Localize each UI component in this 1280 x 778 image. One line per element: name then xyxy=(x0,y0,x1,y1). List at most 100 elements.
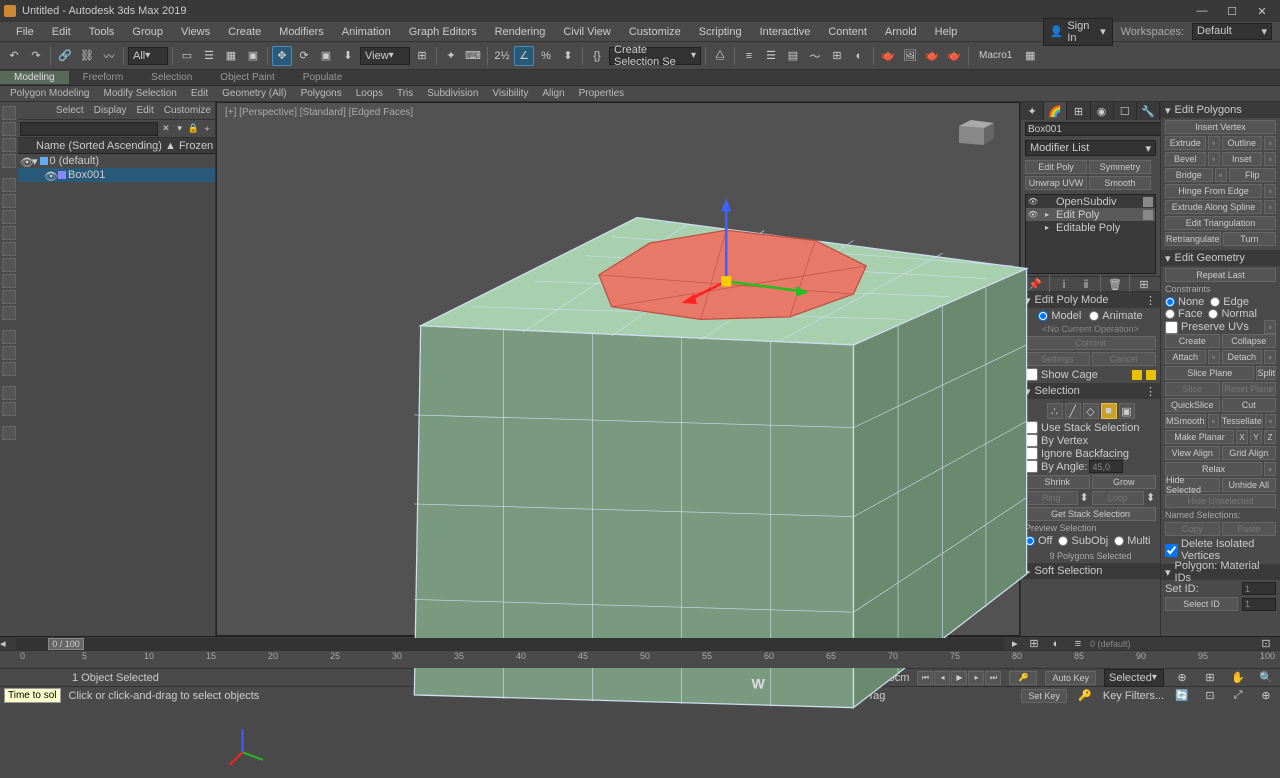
key-target-dropdown[interactable]: Selected▾ xyxy=(1104,669,1164,687)
spinner-snap-button[interactable]: ⬍ xyxy=(558,46,578,66)
angle-input[interactable] xyxy=(1089,460,1123,473)
menu-arnold[interactable]: Arnold xyxy=(877,24,925,40)
showcage-check[interactable]: Show Cage xyxy=(1025,368,1098,381)
workspaces-dropdown[interactable]: Default▾ xyxy=(1192,23,1272,40)
ribbon-tab-freeform[interactable]: Freeform xyxy=(69,71,138,84)
autokey-button[interactable]: Auto Key xyxy=(1045,671,1096,685)
cmd-tab-modify[interactable]: 🌈 xyxy=(1044,102,1067,120)
make-planar-button[interactable]: Make Planar xyxy=(1165,430,1234,444)
viewcube-icon[interactable] xyxy=(949,113,999,153)
sel-polygon-button[interactable]: ■ xyxy=(1101,403,1117,419)
inset-button[interactable]: Inset xyxy=(1222,152,1263,166)
planar-x[interactable]: X xyxy=(1236,430,1248,444)
percent-snap-button[interactable]: % xyxy=(536,46,556,66)
scene-col-frozen[interactable]: ▲ Frozen xyxy=(165,140,215,152)
outline-button[interactable]: Outline xyxy=(1222,136,1263,150)
bevel-button[interactable]: Bevel xyxy=(1165,152,1206,166)
ribbon-tab-selection[interactable]: Selection xyxy=(137,71,206,84)
lbar-6[interactable] xyxy=(2,194,16,208)
time-handle[interactable]: 0 / 100 xyxy=(48,638,84,650)
modbtn-symmetry[interactable]: Symmetry xyxy=(1089,160,1151,174)
lbar-10[interactable] xyxy=(2,258,16,272)
render-setup-button[interactable]: 🫖 xyxy=(878,46,898,66)
menu-animation[interactable]: Animation xyxy=(334,24,399,40)
hinge-button[interactable]: Hinge From Edge xyxy=(1165,184,1262,198)
nav-1[interactable]: ⊕ xyxy=(1172,668,1192,688)
ribbon-item[interactable]: Visibility xyxy=(486,87,534,100)
stack-remove-button[interactable]: 🗑 xyxy=(1105,274,1125,294)
refcoord-dropdown[interactable]: View ▾ xyxy=(360,47,410,65)
scene-tab-display[interactable]: Display xyxy=(94,105,127,116)
material-editor-button[interactable]: ◐ xyxy=(849,46,869,66)
nav-4[interactable]: 🔍 xyxy=(1256,668,1276,688)
scene-lock-icon[interactable]: 🔒 xyxy=(188,122,200,136)
lbar-16[interactable] xyxy=(2,362,16,376)
ribbon-item[interactable]: Properties xyxy=(573,87,631,100)
bind-button[interactable]: 〰 xyxy=(99,46,119,66)
ribbon-item[interactable]: Tris xyxy=(391,87,419,100)
lbar-3[interactable] xyxy=(2,138,16,152)
align-button[interactable]: ≡ xyxy=(739,46,759,66)
menu-tools[interactable]: Tools xyxy=(81,24,123,40)
outline-settings[interactable]: ▫ xyxy=(1264,136,1276,150)
mirror-button[interactable]: ⧋ xyxy=(710,46,730,66)
tree-item-box001[interactable]: 👁 Box001 xyxy=(18,168,215,182)
rollout-selection-header[interactable]: ▾Selection⋮ xyxy=(1021,383,1160,399)
scene-filter-icon[interactable]: ▾ xyxy=(174,122,186,136)
menu-help[interactable]: Help xyxy=(927,24,966,40)
constraint-none[interactable]: None xyxy=(1165,296,1204,308)
cmd-tab-display[interactable]: ☐ xyxy=(1114,102,1137,120)
modbtn-smooth[interactable]: Smooth xyxy=(1089,176,1151,190)
snap-2d-button[interactable]: 2½ xyxy=(492,46,512,66)
rollout-editpoly-header[interactable]: ▾Edit Poly Mode⋮ xyxy=(1021,292,1160,308)
unhide-button[interactable]: Unhide All xyxy=(1222,478,1277,492)
manipulate-button[interactable]: ✦ xyxy=(441,46,461,66)
ribbon-item[interactable]: Geometry (All) xyxy=(216,87,292,100)
lbar-2[interactable] xyxy=(2,122,16,136)
menu-group[interactable]: Group xyxy=(124,24,171,40)
quickslice-button[interactable]: QuickSlice xyxy=(1165,398,1220,412)
time-slider[interactable]: ◂ 0 / 100 ▸ ⊞ ◐ ≡ 0 (default) ⊡ xyxy=(0,636,1280,650)
modbtn-unwrap-uvw[interactable]: Unwrap UVW xyxy=(1025,176,1087,190)
move-button[interactable]: ✥ xyxy=(272,46,292,66)
extrude-spline-button[interactable]: Extrude Along Spline xyxy=(1165,200,1262,214)
sign-in-button[interactable]: 👤Sign In▾ xyxy=(1043,18,1113,46)
grid-align-button[interactable]: Grid Align xyxy=(1222,446,1277,460)
selectid-button[interactable]: Select ID xyxy=(1165,597,1238,611)
constraint-normal[interactable]: Normal xyxy=(1208,308,1256,320)
sliceplane-button[interactable]: Slice Plane xyxy=(1165,366,1254,380)
select-button[interactable]: ▭ xyxy=(177,46,197,66)
sel-element-button[interactable]: ▣ xyxy=(1119,403,1135,419)
ribbon-item[interactable]: Polygon Modeling xyxy=(4,87,96,100)
edit-geometry-header[interactable]: ▾Edit Geometry xyxy=(1161,250,1280,266)
lbar-4[interactable] xyxy=(2,154,16,168)
create-button[interactable]: Create xyxy=(1165,334,1220,348)
tree-root[interactable]: 👁▾ 0 (default) xyxy=(18,154,215,168)
nav-5[interactable]: 🔄 xyxy=(1172,686,1192,706)
get-stack-sel-button[interactable]: Get Stack Selection xyxy=(1025,507,1156,521)
select-name-button[interactable]: ☰ xyxy=(199,46,219,66)
lbar-7[interactable] xyxy=(2,210,16,224)
render-frame-button[interactable]: 🖼 xyxy=(900,46,920,66)
mode-model-radio[interactable]: Model xyxy=(1038,310,1081,322)
ribbon-item[interactable]: Subdivision xyxy=(421,87,484,100)
sel-vertex-button[interactable]: ∴ xyxy=(1047,403,1063,419)
lbar-1[interactable] xyxy=(2,106,16,120)
hide-sel-button[interactable]: Hide Selected xyxy=(1165,478,1220,492)
relax-button[interactable]: Relax xyxy=(1165,462,1262,476)
scene-col-name[interactable]: Name (Sorted Ascending) xyxy=(18,140,165,152)
flip-button[interactable]: Flip xyxy=(1229,168,1277,182)
lbar-11[interactable] xyxy=(2,274,16,288)
menu-rendering[interactable]: Rendering xyxy=(487,24,554,40)
by-angle-check[interactable]: By Angle: xyxy=(1025,460,1087,473)
rotate-button[interactable]: ⟳ xyxy=(294,46,314,66)
cmd-tab-hierarchy[interactable]: ⊞ xyxy=(1067,102,1090,120)
grow-button[interactable]: Grow xyxy=(1092,475,1157,489)
keyfilters-button[interactable]: Key Filters... xyxy=(1103,690,1164,702)
edit-polygons-header[interactable]: ▾Edit Polygons xyxy=(1161,102,1280,118)
ribbon-tab-modeling[interactable]: Modeling xyxy=(0,71,69,84)
cmd-tab-utilities[interactable]: 🔧 xyxy=(1137,102,1160,120)
lbar-18[interactable] xyxy=(2,402,16,416)
setkey-button[interactable]: Set Key xyxy=(1021,689,1067,703)
constraint-edge[interactable]: Edge xyxy=(1210,296,1249,308)
